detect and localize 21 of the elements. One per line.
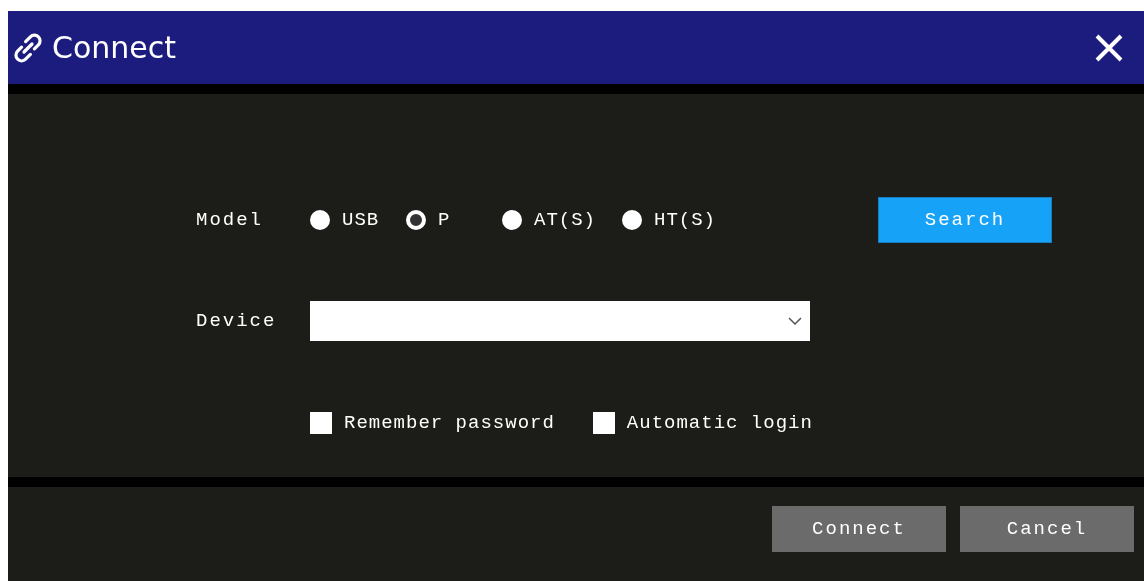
- radio-button[interactable]: [310, 210, 330, 230]
- radio-label: AT(S): [534, 209, 596, 231]
- checkbox-label: Remember password: [344, 412, 555, 434]
- radio-label: P: [438, 209, 451, 231]
- checkbox[interactable]: [592, 412, 615, 434]
- model-label: Model: [196, 209, 264, 231]
- connect-button[interactable]: Connect: [772, 506, 946, 552]
- radio-button[interactable]: [406, 210, 426, 230]
- checkbox[interactable]: [310, 412, 332, 434]
- close-icon[interactable]: [1094, 32, 1124, 63]
- radio-button[interactable]: [502, 210, 522, 230]
- radio-label: USB: [342, 209, 380, 231]
- caret-icon: [788, 317, 802, 325]
- cancel-button[interactable]: Cancel: [960, 506, 1134, 552]
- radio-button[interactable]: [622, 210, 642, 230]
- link-icon: [12, 31, 44, 64]
- device-label: Device: [196, 310, 278, 332]
- window-title: Connect: [52, 30, 178, 65]
- radio-label: HT(S): [654, 209, 717, 231]
- search-button[interactable]: Search: [878, 197, 1052, 243]
- checkbox-label: Automatic login: [626, 412, 813, 434]
